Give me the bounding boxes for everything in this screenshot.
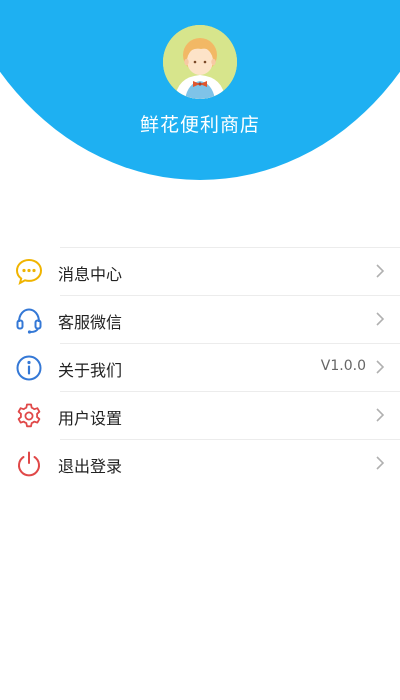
profile-section: 鲜花便利商店 [0, 0, 400, 180]
menu-item-about-us[interactable]: 关于我们 V1.0.0 [0, 343, 400, 391]
chevron-right-icon [376, 360, 385, 374]
headset-icon [16, 308, 42, 334]
message-icon [15, 258, 43, 285]
menu-item-user-settings[interactable]: 用户设置 [0, 391, 400, 439]
gear-icon [17, 403, 41, 428]
menu-item-label: 消息中心 [58, 265, 123, 284]
divider [60, 439, 400, 440]
user-avatar-icon [163, 25, 237, 99]
info-icon [16, 355, 42, 381]
menu-item-customer-service-wechat[interactable]: 客服微信 [0, 295, 400, 343]
menu-item-label: 关于我们 [58, 361, 123, 380]
page: 鲜花便利商店 消息中心 客服微信 关于我们 V1.0.0 用户设置 退出登录 [0, 0, 400, 700]
menu-item-messages[interactable]: 消息中心 [0, 247, 400, 295]
menu-item-label: 用户设置 [58, 409, 123, 428]
menu-item-logout[interactable]: 退出登录 [0, 439, 400, 487]
divider [60, 295, 400, 296]
chevron-right-icon [376, 264, 385, 278]
store-name: 鲜花便利商店 [139, 114, 260, 136]
divider [60, 343, 400, 344]
chevron-right-icon [376, 456, 385, 470]
divider [60, 247, 400, 248]
app-version: V1.0.0 [320, 358, 366, 374]
power-icon [18, 451, 40, 477]
avatar[interactable] [163, 25, 237, 99]
menu-item-label: 客服微信 [58, 313, 123, 332]
chevron-right-icon [376, 408, 385, 422]
menu-item-label: 退出登录 [58, 457, 123, 476]
menu-list: 消息中心 客服微信 关于我们 V1.0.0 用户设置 退出登录 [0, 247, 400, 487]
chevron-right-icon [376, 312, 385, 326]
divider [60, 391, 400, 392]
